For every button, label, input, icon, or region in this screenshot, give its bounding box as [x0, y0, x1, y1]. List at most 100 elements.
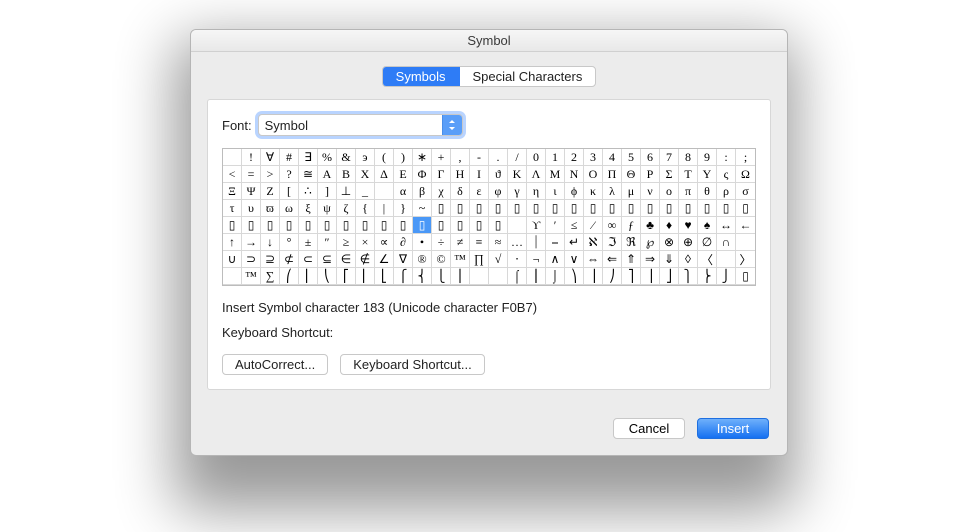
symbol-cell[interactable]: ?: [280, 166, 299, 183]
symbol-cell[interactable]: °: [280, 234, 299, 251]
symbol-cell[interactable]: κ: [584, 183, 603, 200]
symbol-cell[interactable]: [375, 183, 394, 200]
symbol-cell[interactable]: ⊥: [337, 183, 356, 200]
symbol-cell[interactable]: ▯: [451, 217, 470, 234]
symbol-cell[interactable]: ∧: [546, 251, 565, 268]
symbol-cell[interactable]: ξ: [299, 200, 318, 217]
symbol-cell[interactable]: [223, 268, 242, 285]
symbol-cell[interactable]: ⊆: [318, 251, 337, 268]
symbol-cell[interactable]: ⎣: [375, 268, 394, 285]
symbol-cell[interactable]: ▯: [698, 200, 717, 217]
symbol-cell[interactable]: ♠: [698, 217, 717, 234]
symbol-cell[interactable]: .: [489, 149, 508, 166]
symbol-cell[interactable]: ⎩: [432, 268, 451, 285]
symbol-cell[interactable]: ω: [280, 200, 299, 217]
symbol-cell[interactable]: [470, 268, 489, 285]
symbol-cell[interactable]: ▯: [337, 217, 356, 234]
symbol-cell[interactable]: 4: [603, 149, 622, 166]
symbol-cell[interactable]: ▯: [584, 200, 603, 217]
symbol-cell[interactable]: Λ: [527, 166, 546, 183]
symbol-cell[interactable]: 1: [546, 149, 565, 166]
symbol-cell[interactable]: _: [356, 183, 375, 200]
symbol-cell[interactable]: -: [470, 149, 489, 166]
symbol-cell[interactable]: ←: [736, 217, 755, 234]
symbol-cell[interactable]: η: [527, 183, 546, 200]
symbol-cell[interactable]: Π: [603, 166, 622, 183]
symbol-cell[interactable]: Ν: [565, 166, 584, 183]
symbol-cell[interactable]: Θ: [622, 166, 641, 183]
symbol-cell[interactable]: ⋅: [508, 251, 527, 268]
symbol-cell[interactable]: ϑ: [489, 166, 508, 183]
symbol-cell[interactable]: ~: [413, 200, 432, 217]
symbol-cell[interactable]: π: [679, 183, 698, 200]
symbol-cell[interactable]: 6: [641, 149, 660, 166]
font-combobox[interactable]: Symbol: [258, 114, 463, 136]
symbol-cell[interactable]: [508, 217, 527, 234]
symbol-cell[interactable]: ⊗: [660, 234, 679, 251]
symbol-cell[interactable]: ⎝: [318, 268, 337, 285]
symbol-cell[interactable]: ≥: [337, 234, 356, 251]
symbol-cell[interactable]: ⎤: [622, 268, 641, 285]
symbol-cell[interactable]: %: [318, 149, 337, 166]
symbol-cell[interactable]: ∠: [375, 251, 394, 268]
symbol-cell[interactable]: ⇒: [641, 251, 660, 268]
symbol-cell[interactable]: ▯: [413, 217, 432, 234]
symbol-cell[interactable]: ≡: [470, 234, 489, 251]
symbol-cell[interactable]: ⎞: [565, 268, 584, 285]
symbol-cell[interactable]: ∗: [413, 149, 432, 166]
symbol-cell[interactable]: ▯: [261, 217, 280, 234]
symbol-cell[interactable]: [: [280, 183, 299, 200]
symbol-cell[interactable]: ™: [451, 251, 470, 268]
symbol-cell[interactable]: ▯: [527, 200, 546, 217]
symbol-cell[interactable]: ±: [299, 234, 318, 251]
symbol-cell[interactable]: ∝: [375, 234, 394, 251]
symbol-cell[interactable]: ¬: [527, 251, 546, 268]
symbol-cell[interactable]: ο: [660, 183, 679, 200]
symbol-cell[interactable]: ▯: [432, 217, 451, 234]
symbol-cell[interactable]: ▯: [660, 200, 679, 217]
symbol-cell[interactable]: {: [356, 200, 375, 217]
symbol-cell[interactable]: 7: [660, 149, 679, 166]
symbol-cell[interactable]: ▯: [508, 200, 527, 217]
chevron-updown-icon[interactable]: [442, 115, 462, 135]
symbol-cell[interactable]: Φ: [413, 166, 432, 183]
symbol-cell[interactable]: ×: [356, 234, 375, 251]
symbol-cell[interactable]: ∈: [337, 251, 356, 268]
symbol-cell[interactable]: ⎢: [356, 268, 375, 285]
symbol-cell[interactable]: ⊄: [280, 251, 299, 268]
symbol-cell[interactable]: ⎥: [641, 268, 660, 285]
symbol-cell[interactable]: ∉: [356, 251, 375, 268]
symbol-cell[interactable]: Ω: [736, 166, 755, 183]
keyboard-shortcut-button[interactable]: Keyboard Shortcut...: [340, 354, 485, 375]
symbol-cell[interactable]: ▯: [394, 217, 413, 234]
symbol-cell[interactable]: ϕ: [565, 183, 584, 200]
symbol-cell[interactable]: ⎨: [413, 268, 432, 285]
symbol-cell[interactable]: ♦: [660, 217, 679, 234]
symbol-cell[interactable]: √: [489, 251, 508, 268]
symbol-cell[interactable]: ƒ: [622, 217, 641, 234]
symbol-cell[interactable]: ∂: [394, 234, 413, 251]
symbol-cell[interactable]: :: [717, 149, 736, 166]
symbol-cell[interactable]: Μ: [546, 166, 565, 183]
symbol-cell[interactable]: ∑: [261, 268, 280, 285]
symbol-cell[interactable]: ▯: [717, 200, 736, 217]
symbol-cell[interactable]: ∞: [603, 217, 622, 234]
symbol-cell[interactable]: μ: [622, 183, 641, 200]
symbol-cell[interactable]: ″: [318, 234, 337, 251]
symbol-cell[interactable]: ⎠: [603, 268, 622, 285]
symbol-cell[interactable]: ®: [413, 251, 432, 268]
symbol-cell[interactable]: ⎡: [337, 268, 356, 285]
symbol-cell[interactable]: [717, 251, 736, 268]
symbol-cell[interactable]: Ι: [470, 166, 489, 183]
symbol-cell[interactable]: ⇐: [603, 251, 622, 268]
symbol-cell[interactable]: Ε: [394, 166, 413, 183]
symbol-cell[interactable]: ∴: [299, 183, 318, 200]
symbol-cell[interactable]: ⎭: [717, 268, 736, 285]
symbol-cell[interactable]: ⎛: [280, 268, 299, 285]
symbol-cell[interactable]: •: [413, 234, 432, 251]
symbol-cell[interactable]: ⎫: [679, 268, 698, 285]
symbol-cell[interactable]: ▯: [451, 200, 470, 217]
symbol-cell[interactable]: γ: [508, 183, 527, 200]
symbol-cell[interactable]: ⏐: [527, 234, 546, 251]
symbol-cell[interactable]: β: [413, 183, 432, 200]
